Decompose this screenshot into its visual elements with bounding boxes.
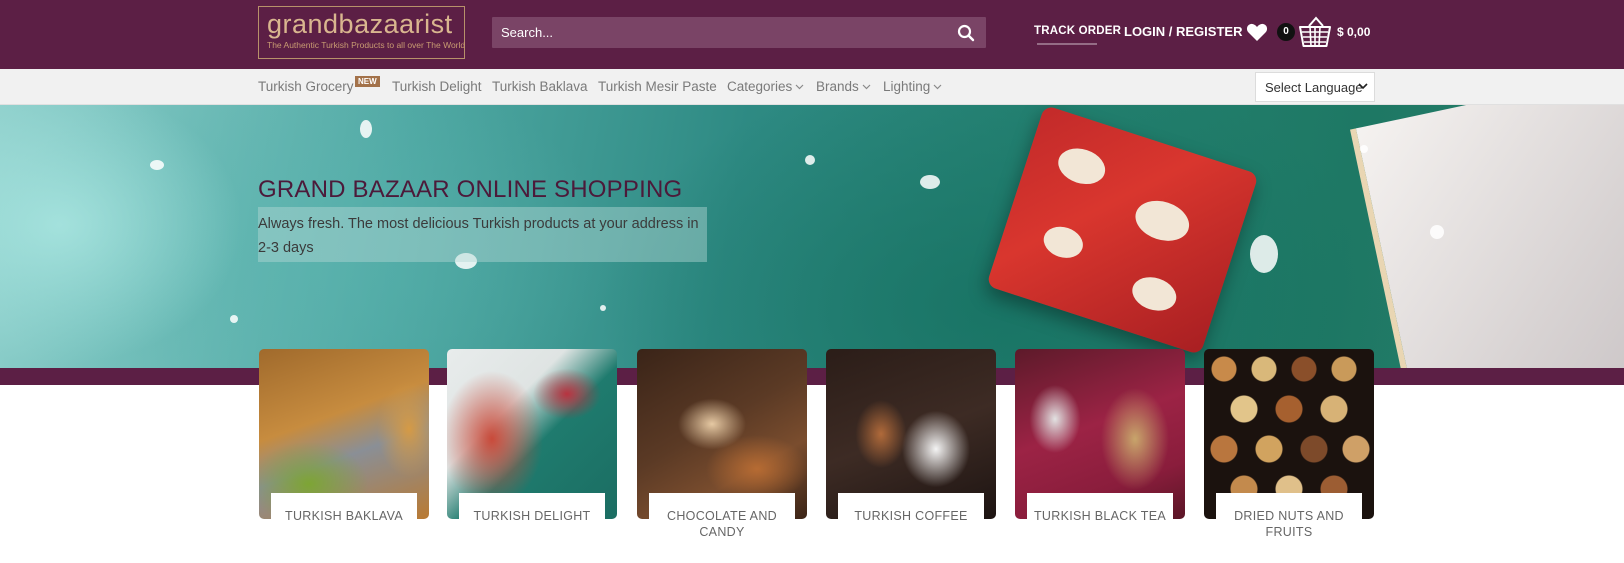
new-badge: NEW [355,76,380,87]
category-label-delight[interactable]: TURKISH DELIGHT [459,493,605,539]
chevron-down-icon [1358,83,1368,90]
main-nav: Turkish Grocery NEW Turkish Delight Turk… [0,69,1624,105]
cart-total[interactable]: $ 0,00 [1337,25,1370,39]
search-icon [957,24,975,41]
nav-item-lighting[interactable]: Lighting [883,79,942,94]
nav-item-turkish-grocery[interactable]: Turkish Grocery NEW [258,76,380,94]
hero-title: GRAND BAZAAR ONLINE SHOPPING [258,176,683,203]
site-header: grandbazaarist The Authentic Turkish Pro… [0,0,1624,69]
category-label-dried-nuts[interactable]: DRIED NUTS AND FRUITS [1216,493,1362,539]
site-logo[interactable]: grandbazaarist The Authentic Turkish Pro… [258,6,465,59]
search-button[interactable] [946,17,986,48]
language-select-label: Select Language [1265,80,1363,95]
hero-turkish-delight-image [986,105,1259,356]
cart-count-badge: 0 [1277,23,1295,41]
logo-tagline: The Authentic Turkish Products to all ov… [267,40,466,50]
chevron-down-icon [795,84,804,90]
nav-item-turkish-delight[interactable]: Turkish Delight [392,79,482,94]
nav-item-turkish-baklava[interactable]: Turkish Baklava [492,79,588,94]
logo-name: grandbazaarist [267,9,453,39]
nav-item-label: Brands [816,79,859,94]
hero-banner[interactable]: GRAND BAZAAR ONLINE SHOPPING Always fres… [0,105,1624,368]
nav-item-categories[interactable]: Categories [727,79,804,94]
chevron-down-icon [933,84,942,90]
track-order-link[interactable]: TRACK ORDER [1034,25,1121,37]
hero-subtitle: Always fresh. The most delicious Turkish… [258,216,699,256]
category-label-black-tea[interactable]: TURKISH BLACK TEA [1027,493,1173,539]
category-label-baklava[interactable]: TURKISH BAKLAVA [271,493,417,539]
nav-item-label: Categories [727,79,793,94]
heart-icon[interactable] [1246,22,1268,42]
hero-plate-image [1350,105,1624,368]
basket-icon[interactable] [1297,16,1333,48]
hero-bottom-band [0,368,1624,385]
nav-item-mesir-paste[interactable]: Turkish Mesir Paste [598,79,717,94]
chevron-down-icon [862,84,871,90]
track-order-underline [1037,43,1097,45]
language-select[interactable]: Select Language [1255,72,1375,102]
nav-item-label: Lighting [883,79,931,94]
category-label-chocolate[interactable]: CHOCOLATE AND CANDY [649,493,795,539]
search-bar [492,17,986,48]
login-register-link[interactable]: LOGIN / REGISTER [1124,24,1242,39]
category-label-coffee[interactable]: TURKISH COFFEE [838,493,984,539]
nav-item-label: Turkish Grocery [258,79,354,94]
search-input[interactable] [492,17,932,48]
nav-item-brands[interactable]: Brands [816,79,871,94]
